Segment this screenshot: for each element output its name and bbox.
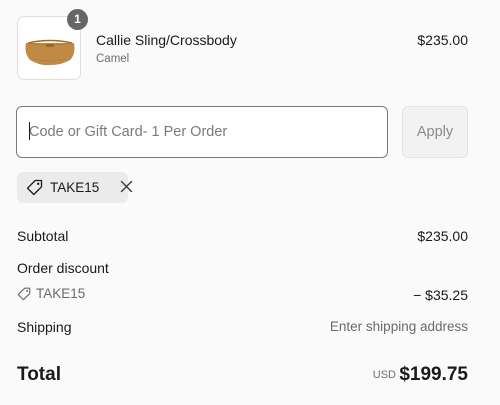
total-value: $199.75 [399,364,468,385]
camel-sling-bag-image [25,39,75,66]
tag-icon [17,287,31,301]
shipping-label: Shipping [17,319,72,335]
apply-button[interactable]: Apply [402,106,468,158]
applied-discount-chip: TAKE15 [17,172,133,203]
quantity-badge: 1 [67,9,88,30]
shipping-value: Enter shipping address [329,319,468,334]
applied-discount-code: TAKE15 [50,180,100,195]
subtotal-value: $235.00 [417,228,468,244]
product-variant: Camel [96,53,130,65]
discount-code-text: TAKE15 [36,286,86,301]
close-icon [120,180,133,193]
currency-code: USD [372,369,396,381]
text-cursor [29,122,30,140]
tag-icon [26,179,43,196]
discount-code-input[interactable] [16,106,388,158]
order-discount-label: Order discount [17,260,109,276]
product-price: $235.00 [417,32,468,48]
remove-discount-button[interactable] [120,180,133,193]
total-label: Total [17,364,61,385]
order-discount-value: − $35.25 [413,287,468,303]
product-name: Callie Sling/Crossbody [96,32,237,48]
subtotal-label: Subtotal [17,228,69,244]
